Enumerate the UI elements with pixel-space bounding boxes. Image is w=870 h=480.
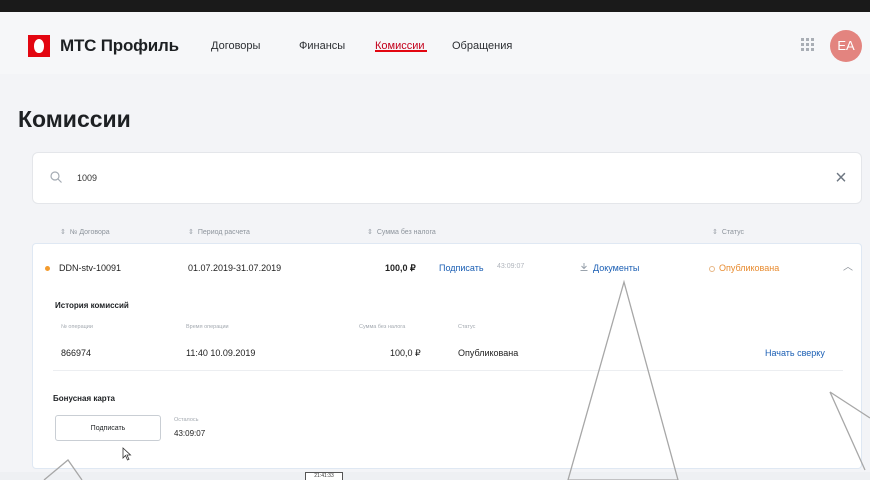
search-bar: × bbox=[32, 152, 862, 204]
window-top-bar bbox=[0, 0, 870, 12]
status-dot-icon bbox=[709, 265, 715, 272]
table-row[interactable]: DDN-stv-10091 01.07.2019-31.07.2019 100,… bbox=[33, 244, 863, 290]
divider bbox=[53, 370, 843, 371]
status-text: Опубликована bbox=[719, 263, 780, 273]
remaining-time: 43:09:07 bbox=[174, 429, 206, 438]
history-time: 11:40 10.09.2019 bbox=[186, 348, 256, 358]
column-header-status[interactable]: ⇕ Статус bbox=[712, 228, 744, 236]
nav-item-requests[interactable]: Обращения bbox=[452, 40, 512, 52]
documents-link[interactable]: Документы bbox=[593, 263, 639, 273]
period: 01.07.2019-31.07.2019 bbox=[188, 263, 282, 273]
sign-timer: 43:09:07 bbox=[497, 263, 525, 270]
download-icon[interactable] bbox=[579, 262, 589, 272]
next-row-peek bbox=[0, 472, 870, 480]
search-input[interactable] bbox=[77, 167, 777, 189]
column-header-period[interactable]: ⇕ Период расчета bbox=[188, 228, 250, 236]
start-reconciliation-link[interactable]: Начать сверку bbox=[765, 348, 825, 358]
history-header-time: Время операции bbox=[186, 324, 229, 330]
avatar[interactable]: EA bbox=[830, 30, 862, 62]
column-header-period-label: Период расчета bbox=[197, 229, 250, 236]
history-amount: 100,0 ₽ bbox=[390, 348, 421, 358]
time-badge: 21:41:33 bbox=[305, 472, 343, 480]
amount: 100,0 ₽ bbox=[385, 263, 416, 273]
app-header: МТС Профиль Договоры Финансы Комиссии Об… bbox=[0, 12, 870, 74]
logo-text[interactable]: МТС Профиль bbox=[60, 36, 179, 56]
active-tab-indicator bbox=[375, 50, 427, 52]
remaining-label: Осталось bbox=[174, 417, 199, 423]
nav-item-finance[interactable]: Финансы bbox=[299, 40, 345, 52]
status-badge: Опубликована bbox=[709, 263, 779, 273]
column-header-amount-label: Сумма без налога bbox=[376, 229, 436, 236]
history-title: История комиссий bbox=[55, 301, 129, 310]
mts-logo-icon[interactable] bbox=[28, 35, 50, 57]
history-status: Опубликована bbox=[458, 348, 519, 358]
grid-icon[interactable] bbox=[801, 38, 815, 52]
hand-pointer-icon bbox=[122, 447, 132, 461]
column-header-status-label: Статус bbox=[721, 229, 745, 236]
sign-button[interactable]: Подписать bbox=[55, 415, 161, 441]
bonus-title: Бонусная карта bbox=[53, 394, 115, 403]
chevron-up-icon[interactable]: ︿ bbox=[843, 258, 853, 273]
page-title: Комиссии bbox=[18, 106, 131, 132]
history-operation-id: 866974 bbox=[61, 348, 92, 358]
contract-number: DDN-stv-10091 bbox=[59, 263, 122, 273]
history-header-amount: Сумма без налога bbox=[359, 324, 406, 330]
column-header-contract-label: № Договора bbox=[69, 229, 110, 236]
unread-dot-icon bbox=[45, 266, 50, 271]
commission-card: DDN-stv-10091 01.07.2019-31.07.2019 100,… bbox=[32, 243, 862, 469]
nav-item-contracts[interactable]: Договоры bbox=[211, 40, 260, 52]
close-icon[interactable]: × bbox=[831, 168, 851, 188]
sign-link[interactable]: Подписать bbox=[439, 263, 484, 273]
column-header-amount[interactable]: ⇕ Сумма без налога bbox=[367, 228, 436, 236]
history-header-status: Статус bbox=[458, 324, 476, 330]
history-header-operation: № операции bbox=[61, 324, 93, 330]
column-header-contract[interactable]: ⇕ № Договора bbox=[60, 228, 110, 236]
search-icon bbox=[50, 171, 62, 183]
